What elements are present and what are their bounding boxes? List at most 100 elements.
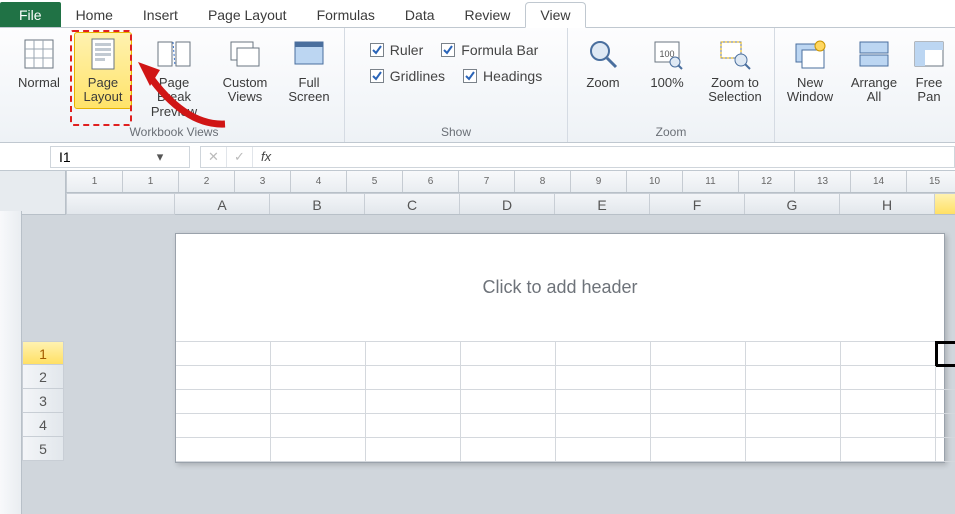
cell[interactable] — [556, 390, 651, 414]
cell[interactable] — [461, 366, 556, 390]
cell[interactable] — [176, 342, 271, 366]
name-box-input[interactable] — [51, 149, 151, 165]
ruler-checkbox[interactable]: Ruler — [370, 42, 423, 58]
cell[interactable] — [461, 438, 556, 462]
worksheet-area: 1123456789101112131415 ABCDEFGH 12345 Cl… — [0, 171, 955, 514]
tab-home[interactable]: Home — [61, 2, 128, 27]
cell[interactable] — [176, 438, 271, 462]
arrange-all-button[interactable]: Arrange All — [845, 32, 903, 109]
cell[interactable] — [746, 414, 841, 438]
cell-grid[interactable] — [176, 342, 944, 462]
freeze-panes-button[interactable]: Free Pan — [909, 32, 949, 109]
cell[interactable] — [176, 414, 271, 438]
cell[interactable] — [651, 390, 746, 414]
full-screen-label: Full Screen — [288, 76, 329, 105]
zoom-selection-icon — [717, 36, 753, 72]
page-break-preview-button[interactable]: Page Break Preview — [138, 32, 210, 123]
horizontal-ruler: 1123456789101112131415 — [66, 171, 955, 193]
cell[interactable] — [271, 342, 366, 366]
row-header-1[interactable]: 1 — [22, 341, 64, 365]
cell[interactable] — [841, 366, 936, 390]
cell[interactable] — [556, 438, 651, 462]
row-header-2[interactable]: 2 — [22, 365, 64, 389]
table-row — [176, 414, 944, 438]
name-box[interactable]: ▾ — [50, 146, 190, 168]
cell[interactable] — [841, 438, 936, 462]
tab-data[interactable]: Data — [390, 2, 450, 27]
column-header-H[interactable]: H — [840, 194, 935, 214]
zoom-100-button[interactable]: 100 100% — [638, 32, 696, 94]
cell[interactable] — [366, 342, 461, 366]
cell[interactable] — [271, 438, 366, 462]
cell[interactable] — [176, 390, 271, 414]
cell[interactable] — [461, 414, 556, 438]
ruler-tick: 14 — [850, 171, 906, 192]
cell[interactable] — [461, 390, 556, 414]
cell[interactable] — [366, 414, 461, 438]
tab-review[interactable]: Review — [450, 2, 526, 27]
zoom-to-selection-button[interactable]: Zoom to Selection — [702, 32, 768, 109]
custom-views-button[interactable]: Custom Views — [216, 32, 274, 109]
cell[interactable] — [461, 342, 556, 366]
headings-checkbox[interactable]: Headings — [463, 68, 542, 84]
normal-view-button[interactable]: Normal — [10, 32, 68, 94]
cell[interactable] — [556, 342, 651, 366]
cell[interactable] — [746, 390, 841, 414]
cell[interactable] — [841, 414, 936, 438]
formula-bar-checkbox[interactable]: Formula Bar — [441, 42, 538, 58]
tab-insert[interactable]: Insert — [128, 2, 193, 27]
cell[interactable] — [366, 438, 461, 462]
cell[interactable] — [746, 342, 841, 366]
row-header-4[interactable]: 4 — [22, 413, 64, 437]
cell[interactable] — [366, 390, 461, 414]
cell[interactable] — [556, 366, 651, 390]
column-header-G[interactable]: G — [745, 194, 840, 214]
tab-file[interactable]: File — [0, 2, 61, 27]
full-screen-button[interactable]: Full Screen — [280, 32, 338, 109]
cell[interactable] — [651, 366, 746, 390]
cell[interactable] — [556, 414, 651, 438]
cell[interactable] — [746, 366, 841, 390]
fx-label[interactable]: fx — [253, 149, 279, 164]
cell[interactable] — [936, 414, 955, 438]
cell[interactable] — [176, 366, 271, 390]
column-header-A[interactable]: A — [175, 194, 270, 214]
column-header-D[interactable]: D — [460, 194, 555, 214]
name-box-dropdown-icon[interactable]: ▾ — [151, 149, 169, 165]
formula-input-area[interactable]: ✕ ✓ fx — [200, 146, 955, 168]
cell[interactable] — [936, 390, 955, 414]
cell[interactable] — [936, 438, 955, 462]
row-header-3[interactable]: 3 — [22, 389, 64, 413]
gridlines-checkbox[interactable]: Gridlines — [370, 68, 445, 84]
column-header-I[interactable] — [935, 194, 955, 214]
cancel-formula-icon[interactable]: ✕ — [201, 147, 227, 167]
cell[interactable] — [271, 414, 366, 438]
cell[interactable] — [651, 438, 746, 462]
cell[interactable] — [936, 342, 955, 366]
enter-formula-icon[interactable]: ✓ — [227, 147, 253, 167]
column-header-B[interactable]: B — [270, 194, 365, 214]
new-window-button[interactable]: New Window — [781, 32, 839, 109]
header-placeholder[interactable]: Click to add header — [176, 234, 944, 342]
row-header-5[interactable]: 5 — [22, 437, 64, 461]
tab-page-layout[interactable]: Page Layout — [193, 2, 302, 27]
tab-view[interactable]: View — [525, 2, 585, 28]
column-header-E[interactable]: E — [555, 194, 650, 214]
cell[interactable] — [651, 414, 746, 438]
cell[interactable] — [651, 342, 746, 366]
cell[interactable] — [841, 342, 936, 366]
column-header-F[interactable]: F — [650, 194, 745, 214]
tab-formulas[interactable]: Formulas — [302, 2, 390, 27]
cell[interactable] — [841, 390, 936, 414]
cell[interactable] — [746, 438, 841, 462]
freeze-panes-icon — [911, 36, 947, 72]
cell[interactable] — [271, 390, 366, 414]
cell[interactable] — [271, 366, 366, 390]
column-header-C[interactable]: C — [365, 194, 460, 214]
zoom-button[interactable]: Zoom — [574, 32, 632, 94]
select-all-corner[interactable] — [0, 171, 66, 215]
page-layout-view-button[interactable]: Page Layout — [74, 32, 132, 109]
cell[interactable] — [366, 366, 461, 390]
custom-views-icon — [227, 36, 263, 72]
cell[interactable] — [936, 366, 955, 390]
